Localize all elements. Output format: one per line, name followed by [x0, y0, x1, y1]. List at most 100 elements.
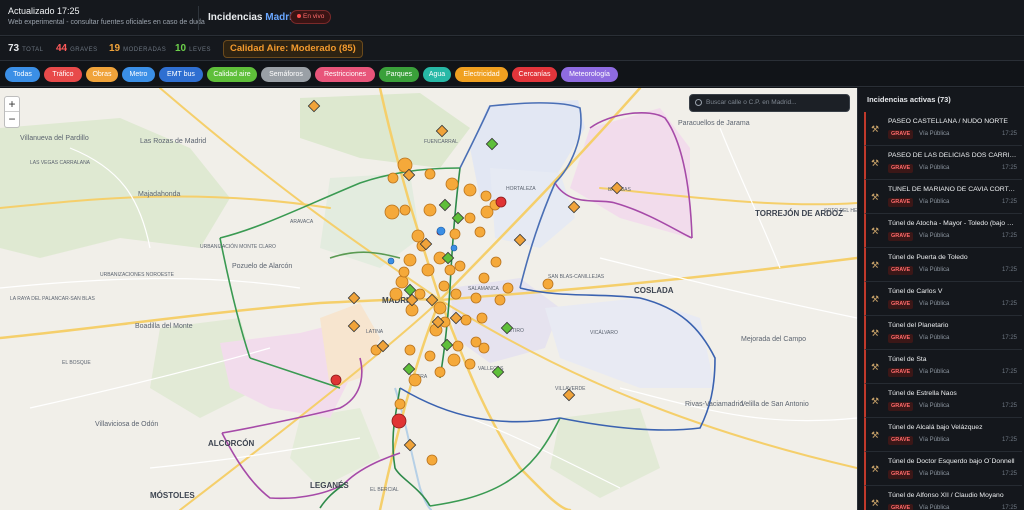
incident-marker[interactable] [452, 340, 464, 352]
incident-marker[interactable] [411, 229, 425, 243]
incident-marker[interactable] [414, 288, 426, 300]
filter-chip[interactable]: EMT bus [159, 67, 203, 82]
incident-marker[interactable] [449, 228, 461, 240]
incident-list-item[interactable]: ⚒ PASEO CASTELLANA / NUDO NORTE GRAVE Vía P… [864, 112, 1022, 146]
filter-chip[interactable]: Meteorología [561, 67, 618, 82]
zoom-out-button[interactable]: − [5, 112, 19, 127]
filter-chip[interactable]: Agua [423, 67, 451, 82]
incident-list-item[interactable]: ⚒ Túnel de Carlos V GRAVE Vía Pública 17:25 [864, 282, 1022, 316]
filter-chip[interactable]: Cercanías [512, 67, 557, 82]
incident-marker[interactable] [433, 301, 447, 315]
incident-marker[interactable] [423, 203, 437, 217]
metro-marker[interactable] [387, 257, 395, 265]
incident-marker[interactable] [424, 350, 436, 362]
incident-marker[interactable] [480, 190, 492, 202]
incident-marker[interactable] [444, 264, 456, 276]
works-marker[interactable] [438, 198, 452, 212]
map-label: Majadahonda [138, 191, 181, 198]
incident-list-item[interactable]: ⚒ Túnel de Alcalá bajo Velázquez GRAVE Vía … [864, 418, 1022, 452]
roadwork-icon: ⚒ [871, 260, 880, 270]
incident-marker[interactable] [434, 366, 446, 378]
address-search-input[interactable]: Buscar calle o C.P. en Madrid... [689, 94, 850, 112]
filter-chip[interactable]: Parques [379, 67, 419, 82]
incident-marker[interactable] [399, 204, 411, 216]
map-label: FUENCARRAL [424, 139, 458, 145]
incident-list-item[interactable]: ⚒ Túnel de Puerta de Toledo GRAVE Vía Públi… [864, 248, 1022, 282]
incident-marker[interactable] [395, 275, 409, 289]
filter-chip[interactable]: Todas [5, 67, 40, 82]
zoom-in-button[interactable]: + [5, 97, 19, 112]
incident-list-item[interactable]: ⚒ Túnel de Doctor Esquerdo bajo O´Donnell… [864, 452, 1022, 486]
metro-marker[interactable] [450, 244, 458, 252]
incident-marker[interactable] [426, 454, 438, 466]
incident-list-item[interactable]: ⚒ Túnel de Sta GRAVE Vía Pública 17:25 [864, 350, 1022, 384]
incident-marker[interactable] [542, 278, 554, 290]
incident-marker[interactable] [464, 358, 476, 370]
works-marker[interactable] [402, 362, 416, 376]
incident-marker[interactable] [502, 282, 514, 294]
incident-marker[interactable] [438, 280, 450, 292]
filter-chip[interactable]: Electricidad [455, 67, 508, 82]
incident-marker[interactable] [478, 342, 490, 354]
incident-marker[interactable] [424, 168, 436, 180]
incident-marker[interactable] [447, 353, 461, 367]
incident-marker[interactable] [478, 272, 490, 284]
filter-chip[interactable]: Semáforos [261, 67, 311, 82]
incident-map[interactable]: Villanueva del Pardillo Las Rozas de Madr… [0, 88, 857, 510]
incident-marker[interactable] [454, 260, 466, 272]
map-label: ARAVACA [290, 219, 314, 225]
map-canvas[interactable]: Villanueva del Pardillo Las Rozas de Madr… [0, 88, 857, 510]
incident-list-item[interactable]: ⚒ Túnel de Atocha - Mayor - Toledo (bajo … [864, 214, 1022, 248]
incident-marker[interactable] [394, 398, 406, 410]
works-marker[interactable] [403, 438, 417, 452]
incident-marker[interactable] [403, 253, 417, 267]
metro-marker[interactable] [436, 226, 446, 236]
incident-list-item[interactable]: ⚒ TÚNEL DE MARIANO DE CAVIA CORTADO GRAVE V… [864, 180, 1022, 214]
severity-badge: GRAVE [888, 334, 914, 343]
incident-marker[interactable] [398, 266, 410, 278]
incident-list-item[interactable]: ⚒ PASEO DE LAS DELICIAS DOS CARRILES GRAVE… [864, 146, 1022, 180]
incident-marker-severe[interactable] [391, 413, 407, 429]
incident-marker-severe[interactable] [330, 374, 342, 386]
stat-graves-label: GRAVES [70, 47, 98, 53]
incident-marker[interactable] [474, 226, 486, 238]
live-dot-icon [297, 14, 301, 19]
incident-marker[interactable] [476, 312, 488, 324]
incident-marker[interactable] [494, 294, 506, 306]
filter-chip[interactable]: Restricciones [315, 67, 375, 82]
incident-marker[interactable] [490, 256, 502, 268]
incident-marker[interactable] [460, 314, 472, 326]
incident-list-item[interactable]: ⚒ Túnel de Alfonso XII / Claudio Moyano GR… [864, 486, 1022, 510]
incident-list-item[interactable]: ⚒ Túnel del Planetario GRAVE Vía Pública 17:… [864, 316, 1022, 350]
incident-category: Vía Pública [919, 505, 950, 510]
incident-marker[interactable] [387, 172, 399, 184]
filter-chip[interactable]: Tráfico [44, 67, 82, 82]
incident-marker[interactable] [421, 263, 435, 277]
incident-marker[interactable] [408, 373, 422, 387]
map-label: COSLADA [634, 286, 674, 295]
incident-marker[interactable] [445, 177, 459, 191]
incident-marker[interactable] [463, 183, 477, 197]
incident-name: Túnel de Alcalá bajo Velázquez [888, 424, 983, 431]
incident-list[interactable]: ⚒ PASEO CASTELLANA / NUDO NORTE GRAVE Vía P… [864, 112, 1022, 510]
incident-marker[interactable] [464, 212, 476, 224]
roadwork-icon: ⚒ [871, 328, 880, 338]
map-label: LAS VEGAS CARRALANA [30, 160, 91, 166]
severity-badge: GRAVE [888, 368, 914, 377]
filter-chip[interactable]: Metro [122, 67, 155, 82]
filter-chip[interactable]: Obras [86, 67, 118, 82]
map-label: VICÁLVARO [590, 329, 618, 336]
incident-marker[interactable] [404, 344, 416, 356]
incident-marker-severe[interactable] [495, 196, 507, 208]
map-label: Pozuelo de Alarcón [232, 263, 292, 270]
incident-list-item[interactable]: ⚒ Túnel de Estrella Naos GRAVE Vía Pública 1… [864, 384, 1022, 418]
works-marker[interactable] [440, 338, 454, 352]
app-header: Actualizado 17:25 Web experimental - con… [0, 0, 1024, 36]
incident-marker[interactable] [384, 204, 400, 220]
filter-chip[interactable]: Calidad aire [207, 67, 257, 82]
incident-marker[interactable] [470, 292, 482, 304]
incident-marker[interactable] [450, 288, 462, 300]
incident-marker[interactable] [389, 287, 403, 301]
air-quality-badge[interactable]: Calidad Aire: Moderado (85) [223, 40, 363, 58]
incident-category: Vía Pública [919, 369, 950, 375]
